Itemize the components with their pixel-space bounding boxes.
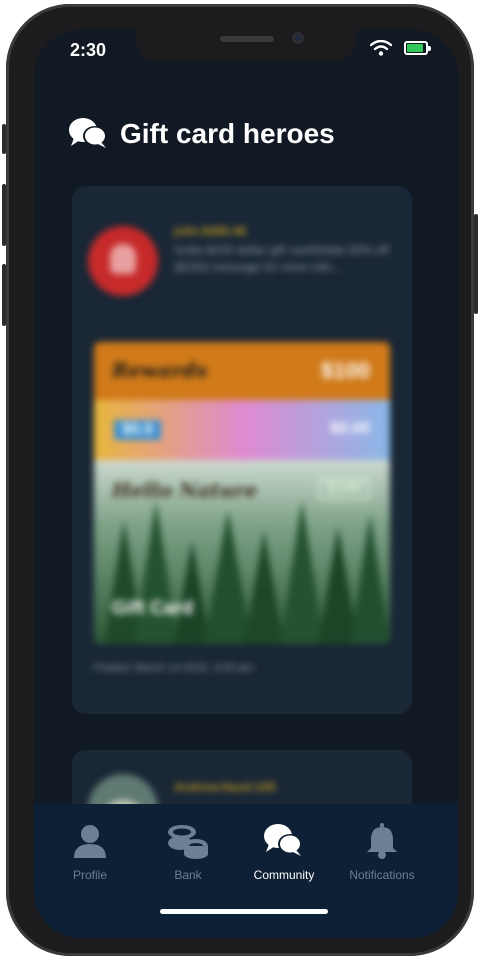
phone-frame: 2:30 Gift card heroes jolin.8d85.48 Gott… bbox=[2, 4, 478, 956]
volume-up-button bbox=[2, 184, 6, 246]
home-indicator[interactable] bbox=[160, 909, 328, 914]
tab-profile[interactable]: Profile bbox=[42, 822, 138, 882]
gift-card-script-title: Hello Nature bbox=[112, 478, 258, 502]
status-time: 2:30 bbox=[70, 40, 107, 60]
page-title: Gift card heroes bbox=[120, 118, 335, 149]
post-username[interactable]: Andrew.Hazel.105 bbox=[174, 780, 276, 794]
speaker-grille bbox=[220, 36, 274, 42]
gift-card-price: $100 bbox=[321, 358, 370, 383]
gift-card-caption: Gift Card bbox=[112, 598, 194, 619]
post-username[interactable]: jolin.8d85.48 bbox=[174, 224, 246, 238]
tab-bar: Profile Bank Community Notifications bbox=[34, 804, 458, 938]
page-header: Gift card heroes bbox=[68, 116, 335, 152]
power-button bbox=[474, 214, 478, 314]
status-icons bbox=[370, 40, 431, 56]
tab-label: Notifications bbox=[349, 868, 415, 882]
tab-community[interactable]: Community bbox=[236, 822, 332, 882]
chat-bubbles-icon bbox=[69, 118, 107, 148]
post-timestamp: Posted: March 14 2022, 3:00 pm bbox=[94, 662, 254, 674]
tab-label: Profile bbox=[72, 868, 107, 882]
gift-card-middle-label: $0.0 bbox=[114, 420, 162, 440]
coins-icon bbox=[168, 825, 208, 859]
tab-label: Bank bbox=[174, 868, 202, 882]
app-screen: 2:30 Gift card heroes jolin.8d85.48 Gott… bbox=[34, 30, 458, 938]
gift-card-lower-price: $100 bbox=[318, 478, 370, 500]
wifi-icon bbox=[370, 40, 392, 56]
tab-bank[interactable]: Bank bbox=[140, 822, 236, 882]
volume-down-button bbox=[2, 264, 6, 326]
battery-level bbox=[407, 44, 423, 52]
tab-label: Community bbox=[253, 868, 315, 882]
front-camera bbox=[292, 32, 304, 44]
gift-card-image[interactable]: Rewards $100 $0.0 $0.00 Hello Nature $10… bbox=[94, 342, 390, 644]
post-card[interactable]: jolin.8d85.48 Gotta $100 dollar gift car… bbox=[72, 186, 412, 714]
tab-notifications[interactable]: Notifications bbox=[332, 822, 432, 882]
post-text: Gotta $100 dollar gift card/totale 50% o… bbox=[174, 243, 389, 274]
avatar[interactable] bbox=[88, 226, 158, 296]
battery-icon bbox=[404, 41, 431, 55]
mute-switch bbox=[2, 124, 6, 154]
bell-icon bbox=[367, 823, 397, 859]
gift-card-brand-logo: Rewards bbox=[112, 358, 208, 382]
person-icon bbox=[74, 825, 106, 858]
gift-card-middle-price: $0.00 bbox=[329, 420, 370, 437]
chat-bubbles-icon bbox=[264, 824, 302, 856]
notch bbox=[136, 30, 356, 62]
